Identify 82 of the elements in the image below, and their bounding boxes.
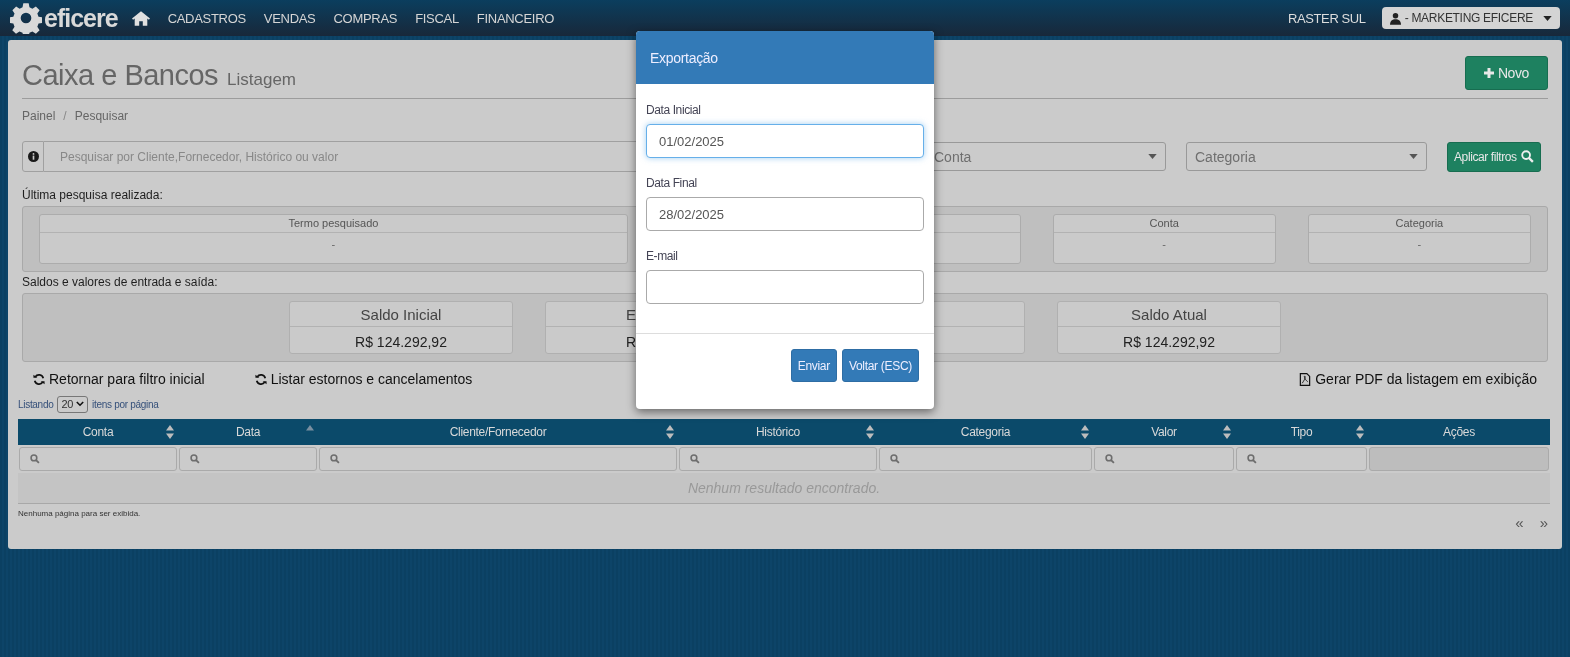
column-filter-field[interactable] [179,447,317,471]
section-label: Última pesquisa realizada: [22,188,164,202]
refresh-icon [254,372,267,386]
search-icon [1520,150,1534,163]
column-header[interactable]: Histórico [678,419,878,445]
company-name: RASTER SUL [1288,10,1366,26]
search-icon [190,454,200,464]
card-title: Saldo Inicial [360,306,442,323]
home-icon[interactable] [131,10,150,26]
search-icon [890,454,900,464]
column-filter-field[interactable] [19,447,177,471]
column-header[interactable]: Categoria [878,419,1093,445]
page-size-label: Listando [18,398,54,410]
column-header[interactable]: Ações [1368,419,1550,445]
previous-page-link[interactable]: « [1515,514,1524,531]
user-menu-button[interactable]: - MARKETING EFICERE [1381,7,1560,29]
pagination-info: Nenhuma página para ser exibida. [18,509,141,520]
page-subtitle: Listagem [227,69,296,89]
field-label: Data Inicial [646,103,702,117]
card-title: Termo pesquisado [40,215,627,233]
card-title: Conta [1053,215,1275,233]
nav-menu-item[interactable]: COMPRAS [333,10,398,26]
gear-logo-icon [10,2,42,34]
breadcrumb-separator: / [63,109,67,125]
card-value: R$ 124.292,92 [355,334,447,350]
column-header[interactable]: Valor [1093,419,1235,445]
card-title: Saldo Atual [1131,306,1207,323]
column-header[interactable]: Cliente/Fornecedor [318,419,678,445]
column-filter-field[interactable] [679,447,877,471]
column-filter-field[interactable] [879,447,1092,471]
card-value: - [1416,237,1423,252]
logo-text[interactable]: eficere [44,3,118,33]
caret-icon [1543,15,1552,21]
page-title: Caixa e Bancos [22,58,219,91]
column-header[interactable]: Conta [18,419,178,445]
pdf-file-icon [1299,372,1312,386]
column-filter-field[interactable] [319,447,677,471]
card-value: - [1161,237,1168,252]
reset-filter-link[interactable]: Retornar para filtro inicial [33,371,205,387]
card-value: - [330,237,337,252]
input-field[interactable]: 01/02/2025 [646,124,924,158]
nav-menu-item[interactable]: FINANCEIRO [476,10,555,26]
section-label: Saldos e valores de entrada e saída: [22,275,219,289]
page-size-label: itens por página [92,398,159,410]
user-icon [1389,11,1401,25]
search-icon [1105,454,1115,464]
plus-icon [1483,68,1494,78]
caret-icon [1148,154,1157,159]
card-value: R [626,334,637,350]
input-field[interactable] [646,270,924,304]
caret-icon [1409,154,1418,159]
field-label: Data Final [646,176,698,190]
card-title: E [626,306,636,323]
column-header[interactable]: Data [178,419,318,445]
column-filter-field[interactable] [1094,447,1234,471]
input-field[interactable]: 28/02/2025 [646,197,924,231]
nav-menu-item[interactable]: VENDAS [263,10,316,26]
column-header[interactable]: Tipo [1235,419,1368,445]
dialog-button[interactable]: Enviar [790,349,837,382]
breadcrumb-link[interactable]: Pesquisar [74,109,129,127]
chevron-icon [76,401,85,407]
refresh-icon [33,372,45,386]
search-icon [1247,454,1257,464]
card-title: Categoria [1308,215,1530,233]
nav-menu-item[interactable]: FISCAL [415,10,459,26]
search-icon [330,454,340,464]
dialog-title: Exportação [650,49,718,66]
apply-filters-button[interactable]: Aplicar filtros [1447,141,1541,172]
field-label: E-mail [646,249,679,263]
breadcrumb-link[interactable]: Painel [22,109,56,127]
search-icon [690,454,700,464]
new-button[interactable]: Novo [1464,56,1548,90]
nav-menu-item[interactable]: CADASTROS [167,10,246,26]
next-page-link[interactable]: » [1539,514,1548,531]
page-size-select[interactable]: 20 [57,395,89,413]
dialog-button[interactable]: Voltar (ESC) [841,349,919,382]
search-icon [30,454,40,464]
column-filter-field[interactable] [1236,447,1367,471]
info-icon [27,151,39,162]
generate-pdf-link[interactable]: Gerar PDF da listagem em exibição [1299,371,1537,387]
card-value: R$ 124.292,92 [1123,334,1215,350]
list-reversals-link[interactable]: Listar estornos e cancelamentos [254,371,473,387]
